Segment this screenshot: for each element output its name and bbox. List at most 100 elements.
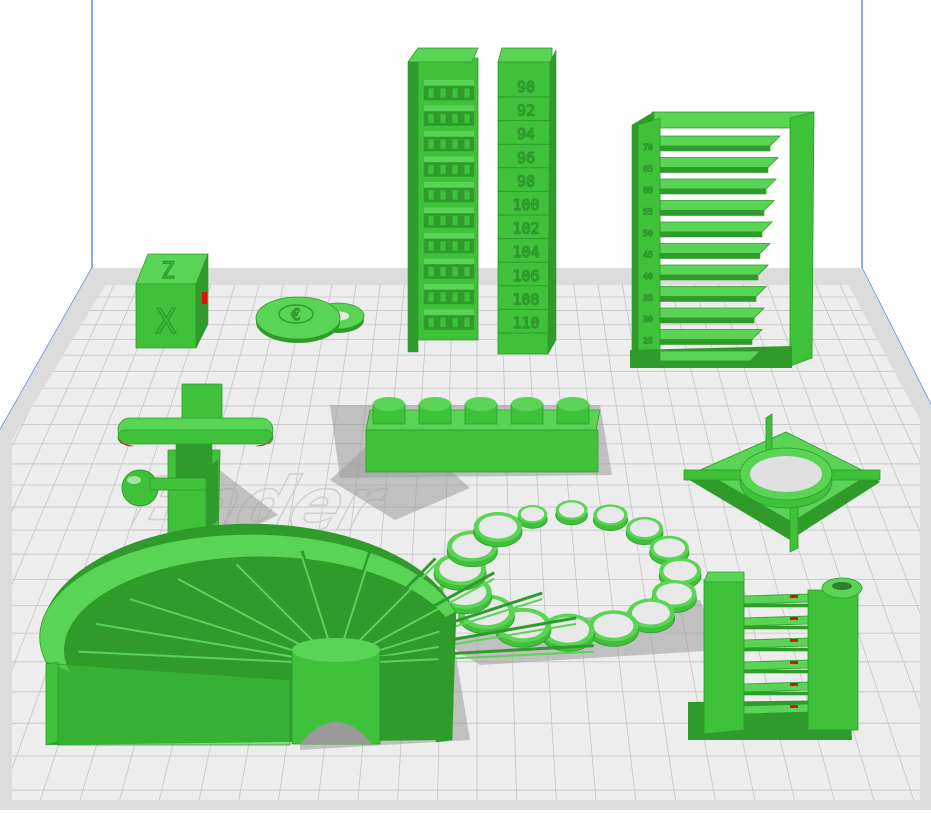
comb-tooth bbox=[451, 291, 459, 303]
comb-tooth bbox=[451, 138, 459, 150]
bridge-span-edge bbox=[743, 603, 809, 608]
comb-tooth bbox=[427, 189, 435, 201]
bridge-rung bbox=[659, 221, 773, 233]
comb-tooth bbox=[427, 291, 435, 303]
comb-tooth bbox=[439, 291, 447, 303]
comb-tooth bbox=[439, 113, 447, 124]
comb-tooth bbox=[427, 266, 435, 277]
bridge-span bbox=[743, 615, 809, 627]
lego-brick[interactable] bbox=[365, 397, 601, 473]
comb-tooth bbox=[463, 87, 471, 99]
angle-label: 45 bbox=[643, 251, 653, 260]
calibration-cube[interactable]: Z X bbox=[135, 253, 209, 349]
scene-canvas[interactable]: Ender Z X € 909294969810 bbox=[0, 0, 931, 810]
comb-tooth bbox=[427, 317, 435, 328]
bridge-rung bbox=[659, 307, 765, 319]
rung-edge bbox=[659, 253, 761, 259]
test-ring-hole bbox=[663, 560, 697, 582]
test-ring-hole bbox=[629, 519, 660, 538]
temperature-label: 106 bbox=[512, 267, 539, 285]
comb-tier bbox=[424, 80, 474, 86]
angle-label: 25 bbox=[643, 337, 653, 346]
bridge-span-edge bbox=[743, 647, 809, 652]
overhang-marker bbox=[790, 639, 798, 642]
temperature-tower[interactable]: 90 92 94 96 98 100 102 104 106 108 110 bbox=[497, 47, 557, 356]
comb-tooth bbox=[427, 164, 435, 175]
bridge-span bbox=[743, 659, 809, 671]
angle-label: 20 bbox=[643, 358, 653, 367]
comb-tooth bbox=[439, 164, 447, 175]
angle-label: 40 bbox=[643, 272, 653, 281]
overhang-comb-tower[interactable] bbox=[407, 47, 479, 353]
test-ring-hole bbox=[653, 538, 685, 558]
bridge-span-edge bbox=[743, 691, 809, 696]
comb-tooth bbox=[427, 138, 435, 150]
comb-tooth bbox=[451, 317, 459, 328]
comb-tooth bbox=[463, 138, 471, 150]
comb-tooth bbox=[439, 317, 447, 328]
3d-viewport[interactable]: Ender Z X € 909294969810 bbox=[0, 0, 931, 810]
comb-tooth bbox=[439, 266, 447, 277]
angle-label: 60 bbox=[643, 186, 653, 195]
stud-top bbox=[419, 397, 451, 411]
bridge-rung bbox=[659, 329, 763, 340]
rung-edge bbox=[659, 274, 759, 281]
comb-tooth bbox=[463, 215, 471, 226]
bridge-span bbox=[743, 637, 809, 649]
rung-edge bbox=[659, 317, 755, 324]
rung-edge bbox=[659, 145, 771, 152]
angle-label: 35 bbox=[643, 294, 653, 303]
comb-tooth bbox=[427, 87, 435, 99]
angle-label: 65 bbox=[643, 165, 653, 174]
angle-label: 55 bbox=[643, 208, 653, 217]
comb-tooth bbox=[427, 240, 435, 252]
bridge-span bbox=[743, 703, 809, 715]
rung-edge bbox=[659, 360, 751, 367]
comb-tier bbox=[424, 233, 474, 239]
euro-symbol: € bbox=[291, 305, 301, 324]
overhang-marker bbox=[790, 595, 798, 598]
comb-tooth bbox=[427, 215, 435, 226]
comb-tooth bbox=[463, 317, 471, 328]
comb-tier bbox=[424, 131, 474, 137]
comb-tooth bbox=[451, 87, 459, 99]
bridge-rung bbox=[659, 350, 761, 362]
comb-tooth bbox=[463, 189, 471, 201]
rung-edge bbox=[659, 296, 757, 302]
comb-tier bbox=[424, 105, 474, 112]
overhang-marker bbox=[790, 683, 798, 686]
comb-tooth bbox=[439, 138, 447, 150]
bridge-span-edge bbox=[743, 669, 809, 674]
rung-edge bbox=[659, 167, 769, 173]
comb-tooth bbox=[463, 113, 471, 124]
temperature-label: 92 bbox=[517, 102, 535, 120]
angle-label: 50 bbox=[643, 229, 653, 238]
comb-tooth bbox=[463, 291, 471, 303]
overhang-marker bbox=[790, 617, 798, 620]
bridge-span-edge bbox=[743, 713, 809, 718]
bridge-rung bbox=[659, 264, 769, 276]
comb-tooth bbox=[451, 164, 459, 175]
comb-tooth bbox=[451, 240, 459, 252]
rung-edge bbox=[659, 210, 765, 216]
test-ring-hole bbox=[632, 601, 670, 625]
cube-z-letter: Z bbox=[161, 259, 174, 284]
bridge-rung bbox=[659, 178, 777, 190]
comb-tooth bbox=[439, 189, 447, 201]
comb-tier bbox=[424, 207, 474, 214]
comb-tier bbox=[424, 258, 474, 265]
bridge-span bbox=[743, 681, 809, 693]
angle-label: 70 bbox=[643, 143, 653, 152]
comb-tooth bbox=[427, 113, 435, 124]
comb-tooth bbox=[463, 164, 471, 175]
comb-tier bbox=[424, 309, 474, 316]
rung-edge bbox=[659, 231, 763, 238]
bridge-span-edge bbox=[743, 625, 809, 630]
comb-tooth bbox=[439, 87, 447, 99]
comb-tooth bbox=[463, 240, 471, 252]
bridge-rung bbox=[659, 286, 767, 297]
rung-edge bbox=[659, 188, 767, 195]
stud-top bbox=[557, 397, 589, 411]
test-ring-hole bbox=[520, 507, 545, 522]
overhang-marker bbox=[790, 661, 798, 664]
